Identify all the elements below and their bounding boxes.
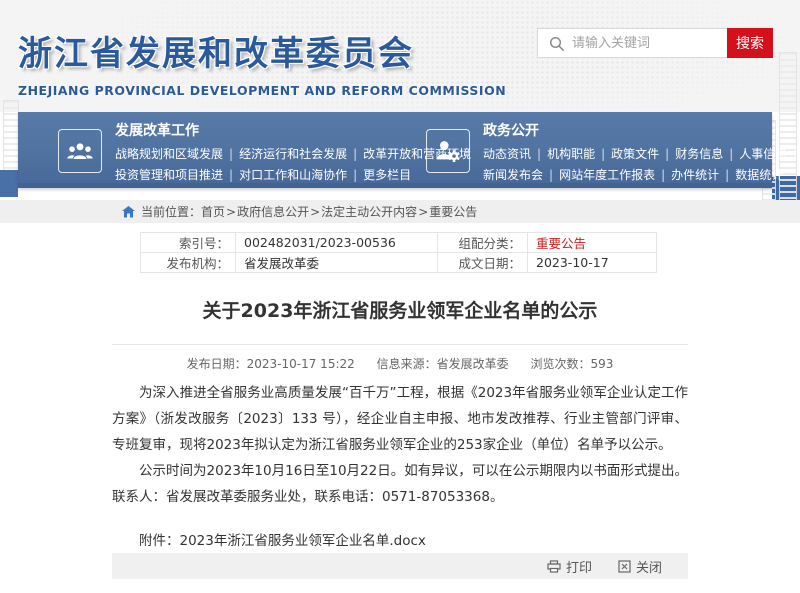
nav-band: 发展改革工作 战略规划和区域发展|经济运行和社会发展|改革开放和营商环境 投资管…: [18, 112, 772, 188]
nav-section-title[interactable]: 政务公开: [483, 122, 800, 140]
brand: 浙江省发展和改革委员会 ZHEJIANG PROVINCIAL DEVELOPM…: [18, 26, 506, 98]
nav-links-row: 动态资讯|机构职能|政策文件|财务信息|人事信息|互动交流: [483, 144, 800, 165]
doc-info-label: 组配分类：: [438, 233, 528, 253]
breadcrumb-segment[interactable]: 政府信息公开: [237, 205, 309, 219]
article-paragraph: 为深入推进全省服务业高质量发展“百千万”工程，根据《2023年省服务业领军企业认…: [112, 380, 688, 458]
nav-links-row: 战略规划和区域发展|经济运行和社会发展|改革开放和营商环境: [115, 144, 471, 165]
print-label: 打印: [566, 557, 592, 576]
attachment-link[interactable]: 2023年浙江省服务业领军企业名单.docx: [180, 533, 426, 549]
nav-separator: |: [229, 168, 233, 182]
nav-separator: |: [665, 147, 669, 161]
site-title: 浙江省发展和改革委员会: [18, 26, 506, 75]
nav-separator: |: [549, 168, 553, 182]
breadcrumb-path: 首页>政府信息公开>法定主动公开内容>重要公告: [201, 203, 477, 220]
article-footer: 打印 关闭: [112, 553, 688, 579]
page: 浙江省发展和改革委员会 ZHEJIANG PROVINCIAL DEVELOPM…: [0, 0, 800, 593]
nav-separator: |: [725, 168, 729, 182]
close-button[interactable]: 关闭: [618, 557, 662, 576]
breadcrumb-separator: >: [226, 205, 236, 219]
nav-links-row: 新闻发布会 | 网站年度工作报表 | 办件统计 | 数据统计: [483, 165, 800, 186]
article-meta: 发布日期：2023-10-17 15:22 信息来源：省发展改革委 浏览次数：5…: [112, 355, 688, 372]
doc-info-label: 成文日期：: [438, 253, 528, 273]
search-bar: 搜索: [537, 28, 773, 58]
doc-info-row: 发布机构：省发展改革委成文日期：2023-10-17: [141, 253, 657, 273]
attachment-label: 附件：: [139, 533, 180, 549]
nav-separator: |: [353, 168, 357, 182]
nav-link[interactable]: 机构职能: [547, 147, 595, 161]
nav-link[interactable]: 人事信息: [739, 147, 787, 161]
breadcrumb: 当前位置： 首页>政府信息公开>法定主动公开内容>重要公告: [0, 200, 800, 223]
article-title: 关于2023年浙江省服务业领军企业名单的公示: [112, 296, 688, 326]
doc-info-row: 索引号：002482031/2023-00536组配分类：重要公告: [141, 233, 657, 253]
source-label: 信息来源：: [377, 357, 437, 371]
home-icon: [122, 206, 135, 218]
band-ribbon-left: [0, 170, 18, 197]
breadcrumb-segment[interactable]: 首页: [201, 205, 225, 219]
breadcrumb-label: 当前位置：: [141, 203, 201, 220]
nav-separator: |: [537, 147, 541, 161]
nav-links-row: 投资管理和项目推进 | 对口工作和山海协作 | 更多栏目: [115, 165, 471, 186]
print-button[interactable]: 打印: [547, 557, 592, 576]
search-input[interactable]: [572, 29, 722, 57]
article-body: 为深入推进全省服务业高质量发展“百千万”工程，根据《2023年省服务业领军企业认…: [112, 380, 688, 554]
close-label: 关闭: [636, 557, 662, 576]
nav-link[interactable]: 经济运行和社会发展: [239, 147, 347, 161]
doc-info-value: 重要公告: [528, 233, 657, 253]
nav-separator: |: [601, 147, 605, 161]
breadcrumb-separator: >: [418, 205, 428, 219]
nav-link[interactable]: 对口工作和山海协作: [239, 168, 347, 182]
breadcrumb-separator: >: [310, 205, 320, 219]
nav-link[interactable]: 网站年度工作报表: [559, 168, 655, 182]
publish-date: 2023-10-17 15:22: [247, 357, 355, 371]
breadcrumb-segment: 重要公告: [429, 205, 477, 219]
nav-separator: |: [661, 168, 665, 182]
doc-info-table: 索引号：002482031/2023-00536组配分类：重要公告发布机构：省发…: [140, 232, 657, 273]
views-label: 浏览次数：: [530, 357, 590, 371]
attachment-row: 附件：2023年浙江省服务业领军企业名单.docx: [112, 528, 688, 554]
nav-separator: |: [729, 147, 733, 161]
doc-info-value: 002482031/2023-00536: [236, 233, 438, 253]
nav-link[interactable]: 办件统计: [671, 168, 719, 182]
people-group-icon: [58, 129, 102, 173]
search-icon: [549, 36, 565, 52]
nav-link[interactable]: 财务信息: [675, 147, 723, 161]
building-silhouette-decoration: [3, 100, 19, 176]
nav-link[interactable]: 政策文件: [611, 147, 659, 161]
views-count: 593: [590, 357, 613, 371]
doc-info-label: 发布机构：: [141, 253, 236, 273]
site-header: 浙江省发展和改革委员会 ZHEJIANG PROVINCIAL DEVELOPM…: [0, 0, 800, 112]
nav-link[interactable]: 战略规划和区域发展: [115, 147, 223, 161]
article-paragraph: 公示时间为2023年10月16日至10月22日。如有异议，可以在公示期限内以书面…: [112, 458, 688, 510]
title-divider: [112, 344, 688, 345]
nav-link[interactable]: 更多栏目: [363, 168, 411, 182]
nav-separator: |: [229, 147, 233, 161]
nav-link[interactable]: 投资管理和项目推进: [115, 168, 223, 182]
nav-link[interactable]: 动态资讯: [483, 147, 531, 161]
doc-info-label: 索引号：: [141, 233, 236, 253]
nav-separator: |: [793, 147, 797, 161]
doc-info-value: 2023-10-17: [528, 253, 657, 273]
search-button[interactable]: 搜索: [727, 28, 773, 58]
source: 省发展改革委: [437, 357, 509, 371]
site-subtitle: ZHEJIANG PROVINCIAL DEVELOPMENT AND REFO…: [18, 83, 506, 98]
printer-icon: [547, 560, 561, 573]
nav-section-gov-disclosure: 政务公开 动态资讯|机构职能|政策文件|财务信息|人事信息|互动交流 新闻发布会…: [426, 122, 800, 186]
nav-section-title[interactable]: 发展改革工作: [115, 122, 471, 140]
publish-date-label: 发布日期：: [187, 357, 247, 371]
doc-info-value: 省发展改革委: [236, 253, 438, 273]
nav-link[interactable]: 新闻发布会: [483, 168, 543, 182]
close-icon: [618, 560, 631, 573]
nav-link[interactable]: 数据统计: [735, 168, 783, 182]
nav-separator: |: [353, 147, 357, 161]
breadcrumb-segment[interactable]: 法定主动公开内容: [321, 205, 417, 219]
person-gear-icon: [426, 129, 470, 173]
nav-section-development: 发展改革工作 战略规划和区域发展|经济运行和社会发展|改革开放和营商环境 投资管…: [58, 122, 471, 186]
